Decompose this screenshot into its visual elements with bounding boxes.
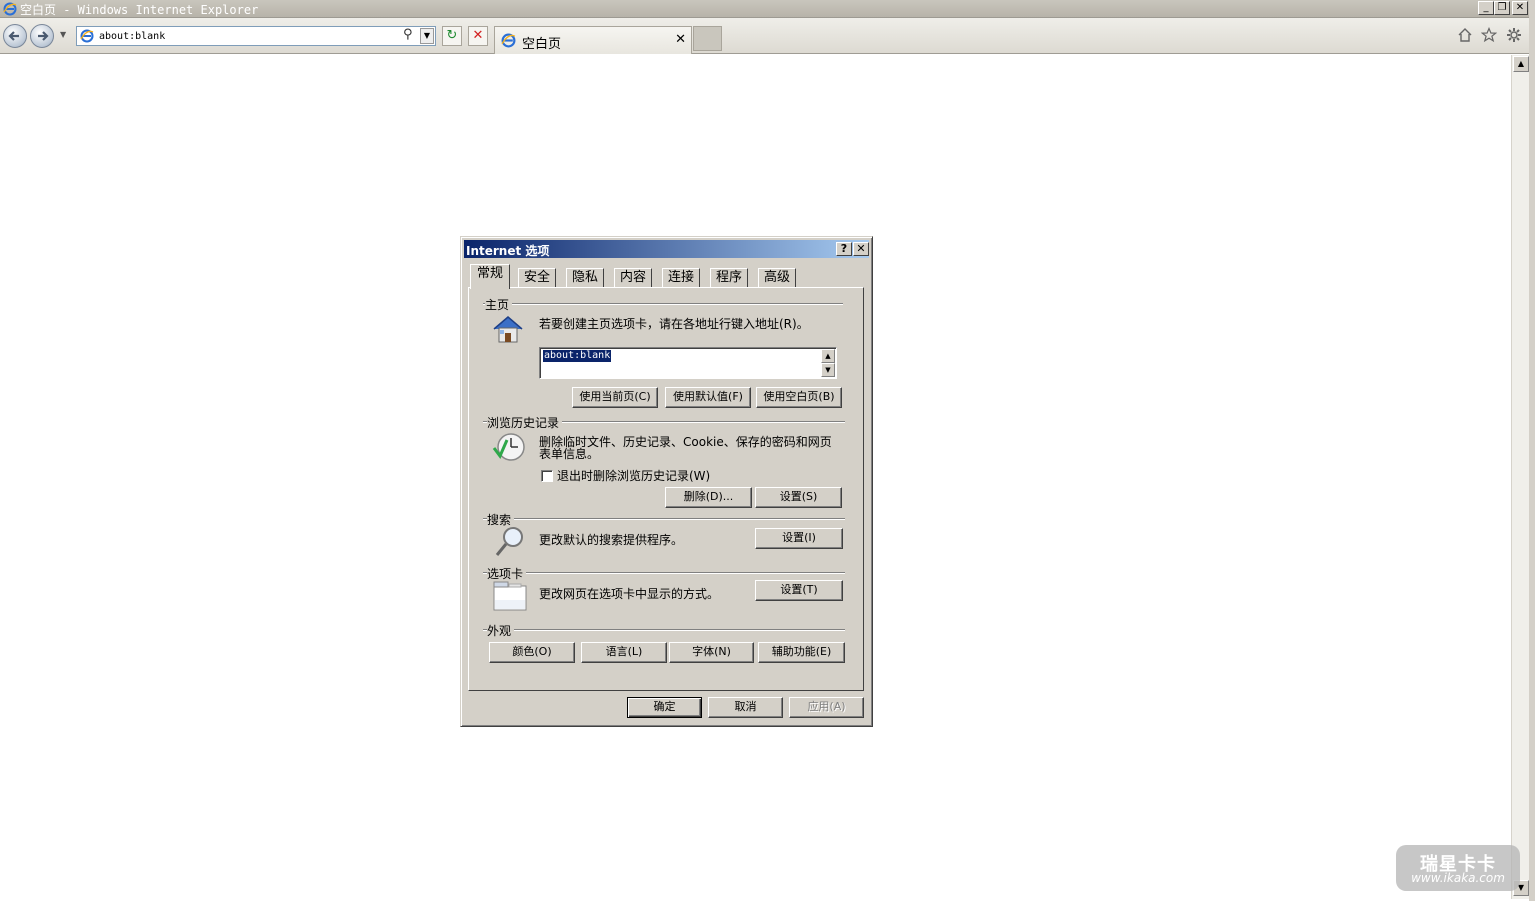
search-settings-button[interactable]: 设置(I) (755, 528, 843, 549)
ie-title-bar: 空白页 - Windows Internet Explorer _ ❐ ✕ (0, 0, 1535, 18)
favorites-star-icon[interactable] (1479, 26, 1499, 45)
home-house-icon (491, 313, 525, 350)
address-input[interactable] (99, 28, 399, 44)
dialog-close-button[interactable]: ✕ (853, 242, 869, 256)
tab-blank-page[interactable]: 空白页 ✕ (494, 26, 692, 54)
homepage-description: 若要创建主页选项卡，请在各地址行键入地址(R)。 (539, 317, 809, 331)
tab-general[interactable]: 常规 (470, 264, 511, 289)
delete-history-button[interactable]: 删除(D)... (665, 487, 752, 508)
help-button[interactable]: ? (836, 242, 852, 256)
options-tab-strip: 常规 安全 隐私 内容 连接 程序 高级 (468, 264, 868, 289)
tabs-group-line (483, 572, 845, 574)
homepage-group-line (483, 303, 843, 305)
recent-pages-dropdown[interactable]: ▼ (60, 30, 66, 39)
minimize-button[interactable]: _ (1478, 1, 1494, 15)
cancel-button[interactable]: 取消 (708, 697, 783, 718)
accessibility-button[interactable]: 辅助功能(E) (758, 642, 845, 663)
delete-on-exit-label[interactable]: 退出时删除浏览历史记录(W) (557, 467, 710, 484)
back-button[interactable] (3, 24, 27, 48)
delete-on-exit-checkbox[interactable] (541, 470, 553, 482)
tabs-settings-button[interactable]: 设置(T) (755, 580, 843, 601)
tab-connections[interactable]: 连接 (662, 268, 701, 288)
search-group-line (483, 518, 845, 520)
tab-label: 空白页 (522, 37, 562, 52)
window-title: 空白页 - Windows Internet Explorer (20, 3, 259, 17)
use-blank-button[interactable]: 使用空白页(B) (756, 387, 842, 408)
address-bar[interactable]: ⚲ ▼ (76, 26, 436, 46)
tools-gear-icon[interactable] (1504, 27, 1524, 45)
languages-button[interactable]: 语言(L) (581, 642, 667, 663)
tab-advanced[interactable]: 高级 (758, 268, 797, 288)
ok-button[interactable]: 确定 (627, 697, 702, 718)
tabs-window-icon (493, 580, 527, 615)
homepage-url-value: about:blank (543, 350, 612, 362)
tabs-description: 更改网页在选项卡中显示的方式。 (539, 587, 720, 601)
tab-privacy[interactable]: 隐私 (566, 268, 605, 288)
tab-content[interactable]: 内容 (614, 268, 653, 288)
search-icon[interactable]: ⚲ (403, 27, 413, 42)
close-tab-icon[interactable]: ✕ (675, 32, 686, 47)
back-arrow-icon (8, 31, 19, 41)
window-frame-right (1529, 0, 1535, 901)
scroll-up-arrow-icon[interactable]: ▲ (1513, 56, 1529, 72)
dialog-title-bar[interactable]: Internet 选项 ? ✕ (464, 240, 869, 258)
forward-arrow-icon (38, 31, 49, 41)
tab-programs[interactable]: 程序 (710, 268, 749, 288)
dialog-title: Internet 选项 (466, 244, 550, 258)
url-scroll-up-icon[interactable]: ▲ (821, 349, 835, 363)
ie-logo-icon (3, 2, 17, 19)
address-dropdown-button[interactable]: ▼ (420, 28, 434, 44)
tab-security[interactable]: 安全 (518, 268, 557, 288)
close-window-button[interactable]: ✕ (1512, 1, 1528, 15)
history-clock-icon (491, 430, 527, 467)
colors-button[interactable]: 颜色(O) (489, 642, 575, 663)
page-ie-icon (80, 29, 94, 46)
navigation-toolbar: ▼ ⚲ ▼ ↻ ✕ 空白页 ✕ (0, 18, 1535, 54)
forward-button[interactable] (30, 24, 54, 48)
fonts-button[interactable]: 字体(N) (669, 642, 754, 663)
tab-ie-icon (501, 33, 516, 51)
use-default-button[interactable]: 使用默认值(F) (665, 387, 751, 408)
general-tab-panel: 主页 若要创建主页选项卡，请在各地址行键入地址(R)。 about:blank … (468, 287, 864, 691)
internet-options-dialog: Internet 选项 ? ✕ 常规 安全 隐私 内容 连接 程序 高级 主页 … (460, 236, 873, 727)
stop-button[interactable]: ✕ (468, 26, 488, 46)
watermark-logo: 瑞星卡卡 www.ikaka.com (1396, 845, 1520, 891)
watermark-url: www.ikaka.com (1411, 871, 1505, 885)
homepage-group-title: 主页 (485, 296, 513, 313)
search-description: 更改默认的搜索提供程序。 (539, 533, 684, 547)
history-group-title: 浏览历史记录 (487, 414, 563, 431)
use-current-button[interactable]: 使用当前页(C) (572, 387, 658, 408)
restore-button[interactable]: ❐ (1494, 1, 1510, 15)
home-icon[interactable] (1455, 27, 1475, 45)
new-tab-button[interactable] (693, 26, 722, 51)
history-settings-button[interactable]: 设置(S) (755, 487, 842, 508)
vertical-scrollbar[interactable]: ▲ ▼ (1511, 55, 1529, 899)
appearance-group-title: 外观 (487, 622, 515, 639)
magnifier-search-icon (493, 524, 527, 561)
history-description-line2: 表单信息。 (539, 447, 600, 461)
homepage-url-field[interactable]: about:blank ▲ ▼ (539, 347, 837, 379)
appearance-group-line (483, 629, 845, 631)
refresh-button[interactable]: ↻ (442, 26, 462, 46)
apply-button[interactable]: 应用(A) (789, 697, 864, 718)
url-scroll-down-icon[interactable]: ▼ (821, 363, 835, 377)
